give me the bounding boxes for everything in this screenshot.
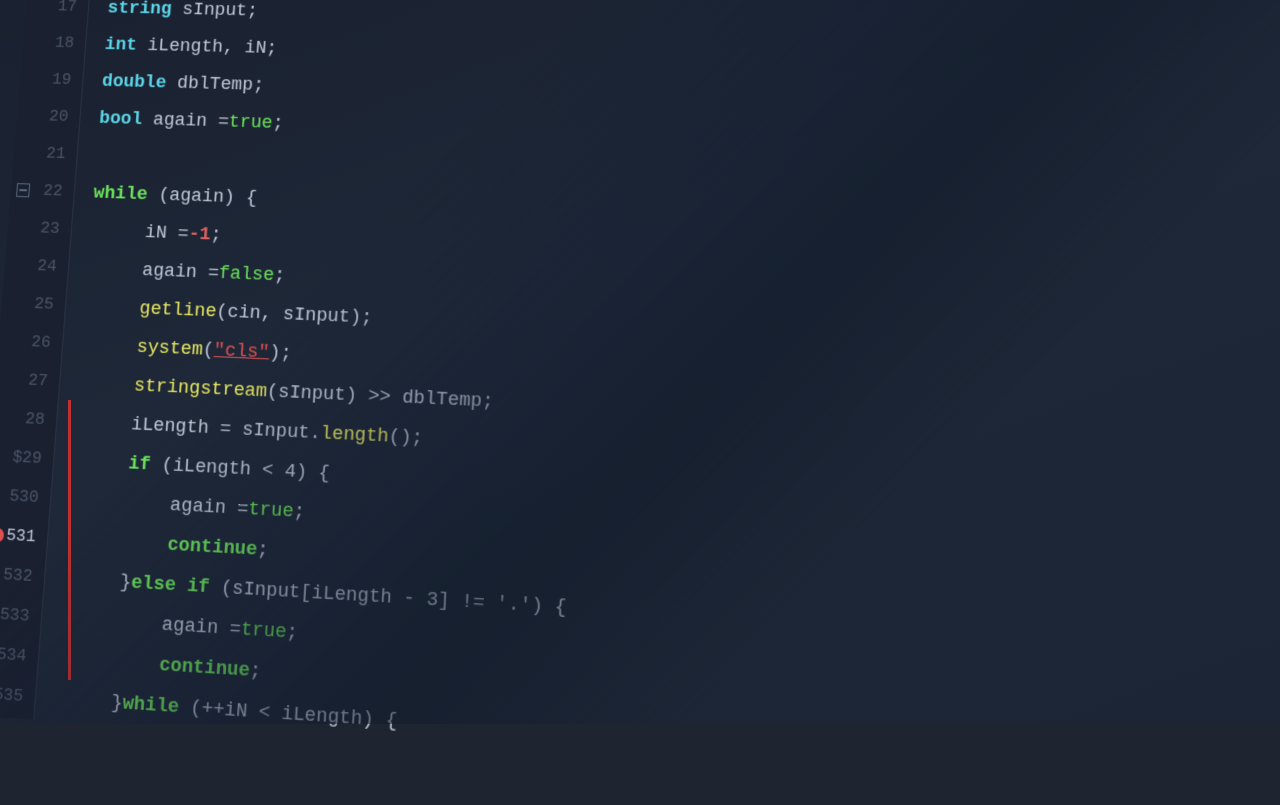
breakpoint-line [68,400,71,680]
editor-content: 17 18 19 20 21 22 [0,0,1280,805]
line-27: 27 [0,360,61,401]
code-line-38: } else if (iN == (iLength - 3) ) { [45,801,1280,805]
line-22: 22 [9,171,75,210]
line-21: 21 [12,134,78,173]
line-24: 24 [3,246,69,286]
str-cls: "cls" [213,339,270,364]
line-28: 28 [0,398,58,440]
code-content: string sInput; int iLength, iN; double d… [34,0,1280,805]
kw-continue3: continue [196,778,289,804]
line-29: $29 [0,437,55,479]
fn-getline: getline [139,297,217,322]
kw-double: double [101,70,167,93]
line-23: 23 [6,208,72,248]
kw-continue2: continue [158,653,250,682]
kw-while: while [93,182,149,206]
kw-string: string [107,0,173,20]
fn-system: system [136,335,204,360]
line-30: 530 [0,476,52,518]
kw-bool: bool [98,107,143,130]
kw-while2: while [122,691,180,718]
line-34: 534 [0,633,40,677]
line-31: 531 [0,515,49,558]
val-true2: true [248,497,295,522]
val-neg1: -1 [188,223,211,246]
code-editor: 17 18 19 20 21 22 [0,0,1280,724]
line-26: 26 [0,322,64,363]
fn-isdigit: isdigit [198,737,280,766]
line-25: 25 [0,284,66,325]
kw-if: if [128,452,152,476]
fn-stringstream: stringstream [133,374,267,402]
line-17: 17 [25,0,90,25]
val-true: true [228,111,273,134]
line-19: 19 [19,60,84,98]
fold-marker-22[interactable] [16,183,30,197]
line-20: 20 [16,97,81,136]
val-false: false [218,262,275,286]
kw-if2: if [153,734,177,759]
kw-int: int [104,33,138,55]
line-33: 533 [0,594,43,638]
val-true3: true [240,617,287,643]
fn-length: length [320,422,389,448]
breakpoint-31[interactable] [0,528,4,543]
kw-else-if: else if [130,571,210,599]
line-18: 18 [22,24,87,62]
line-32: 532 [0,554,46,597]
line-35: 535 [0,673,36,717]
kw-continue1: continue [167,533,258,561]
